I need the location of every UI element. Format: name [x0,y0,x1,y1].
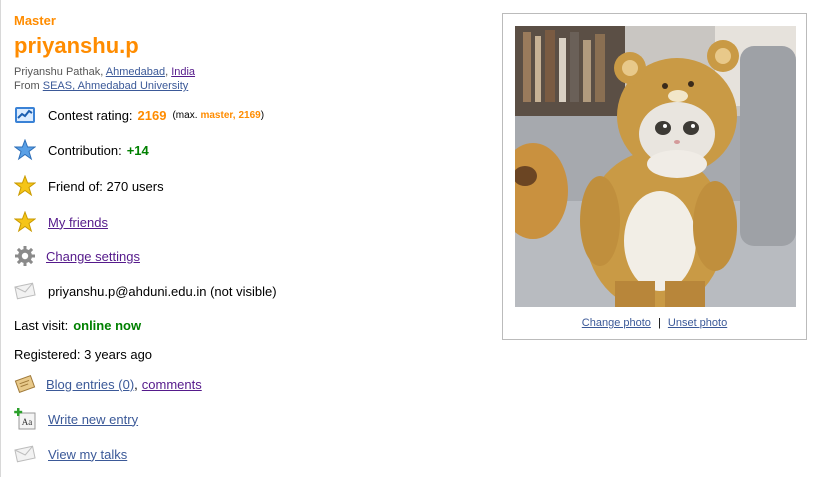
blue-star-icon [14,139,36,161]
blog-comma: , [134,376,138,392]
registered-row: Registered: 3 years ago [14,342,152,366]
photo-link-separator: | [657,317,661,329]
friend-of-text: Friend of: 270 users [48,178,164,194]
user-handle: priyanshu.p [14,33,139,58]
envelope-icon [14,443,36,465]
write-new-entry-link[interactable]: Write new entry [48,412,138,427]
rating-max-prefix: (max. [172,109,198,121]
user-rank: Master [14,13,56,28]
rating-max-rank: master, [200,109,236,121]
gold-star-icon [14,175,36,197]
last-visit-row: Last visit: online now [14,313,141,337]
contribution-label: Contribution: [48,142,122,158]
blog-icon [14,373,36,395]
change-settings-row: Change settings [14,244,140,268]
gold-star-icon [14,211,36,233]
email-text: priyanshu.p@ahduni.edu.in (not visible) [48,283,277,299]
rating-value: 2169 [137,107,167,123]
user-organization: From SEAS, Ahmedabad University [14,80,188,92]
contribution-value: +14 [126,142,149,158]
contest-rating-row: Contest rating: 2169 (max. master, 2169 … [14,103,264,127]
rating-label: Contest rating: [48,107,133,123]
write-entry-row: Aa Write new entry [14,407,138,431]
from-label: From [14,80,40,92]
view-my-talks-link[interactable]: View my talks [48,447,127,462]
contribution-row: Contribution: +14 [14,138,149,162]
my-friends-link[interactable]: My friends [48,215,108,230]
my-friends-row: My friends [14,210,108,234]
comments-link[interactable]: comments [142,377,202,392]
profile-photo [515,26,796,307]
last-visit-value: online now [73,317,142,333]
registered-text: Registered: 3 years ago [14,346,153,362]
unset-photo-link[interactable]: Unset photo [668,317,727,329]
rating-max-suffix: ) [260,109,265,121]
envelope-icon [14,280,36,302]
email-row: priyanshu.p@ahduni.edu.in (not visible) [14,279,277,303]
change-photo-link[interactable]: Change photo [582,317,651,329]
page-left-border [0,0,1,477]
full-name: Priyanshu Pathak [14,66,101,78]
write-entry-icon: Aa [14,408,36,430]
photo-links: Change photo | Unset photo [503,317,806,329]
talks-row: View my talks [14,442,127,466]
blog-entries-link[interactable]: Blog entries (0) [46,377,134,392]
city-link[interactable]: Ahmedabad [106,66,165,78]
gear-icon [14,245,36,267]
organization-link[interactable]: SEAS, Ahmedabad University [43,80,189,92]
friend-of-row: Friend of: 270 users [14,174,164,198]
country-link[interactable]: India [171,66,195,78]
blog-row: Blog entries (0) , comments [14,372,202,396]
change-settings-link[interactable]: Change settings [46,249,140,264]
rating-max-value: 2169 [238,109,261,121]
rating-chart-icon [14,104,36,126]
user-location: Priyanshu Pathak, Ahmedabad, India [14,66,196,78]
svg-text:Aa: Aa [22,417,33,427]
profile-photo-box: Change photo | Unset photo [502,13,807,340]
last-visit-label: Last visit: [14,317,69,333]
